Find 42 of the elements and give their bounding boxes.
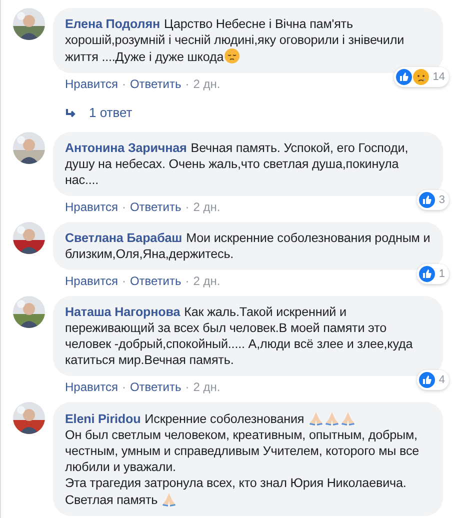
comment-bubble: Наташа Нагорнова Как жаль.Такой искренний и переживающий за всех был человек.В моей памяти это человек -добрый,спокойный..... А,люди всё злее и злее,куда катиться мир.Вечная память. [53, 296, 443, 376]
timestamp: 2 дн. [193, 274, 220, 288]
reply-link[interactable]: Ответить [130, 274, 182, 288]
timestamp: 2 дн. [193, 200, 220, 214]
praying-hands-icon [324, 410, 340, 426]
reply-arrow-icon [65, 108, 77, 118]
author-name[interactable]: Наташа Нагорнова [65, 305, 180, 319]
comment-bubble: Антонина Заричная Вечная память. Успокой, его Господи, душу на небесах. Очень жаль,что светлая душа,покинула нас.... [53, 132, 443, 196]
separator-dot: · [185, 200, 190, 214]
praying-hands-icon [340, 410, 356, 426]
timestamp: 2 дн. [193, 77, 220, 91]
crying-face-icon [412, 69, 429, 85]
separator-dot: · [185, 77, 190, 91]
reply-link[interactable]: Ответить [130, 77, 182, 91]
reply-link[interactable]: Ответить [130, 380, 182, 394]
like-link[interactable]: Нравится [65, 77, 118, 91]
like-icon [418, 192, 435, 208]
reply-link[interactable]: Ответить [130, 200, 182, 214]
comment-bubble: Елена Подолян Царство Небесне і Вічна пам'ять хорошій,розумній і чесній людині,яку оговорили і знівечили життя ....Дуже і дуже шкода [53, 8, 443, 73]
author-name[interactable]: Светлана Барабаш [65, 231, 182, 245]
like-link[interactable]: Нравится [65, 274, 118, 288]
like-icon [418, 266, 435, 282]
author-name[interactable]: Eleni Piridou [65, 412, 141, 426]
praying-hands-icon [308, 410, 324, 426]
author-name[interactable]: Антонина Заричная [65, 141, 187, 155]
separator-dot: · [122, 77, 126, 91]
like-link[interactable]: Нравится [65, 380, 118, 394]
separator-dot: · [122, 200, 126, 214]
comment-bubble: Светлана Барабаш Мои искренние соболезнования родным и близким,Оля,Яна,держитесь. [53, 222, 443, 270]
separator-dot: · [122, 380, 126, 394]
like-link[interactable]: Нравится [65, 200, 118, 214]
praying-hands-icon [161, 491, 178, 507]
separator-dot: · [122, 274, 126, 288]
author-name[interactable]: Елена Подолян [65, 17, 160, 31]
separator-dot: · [185, 274, 190, 288]
like-icon [418, 372, 435, 388]
sad-face-icon [224, 48, 240, 64]
replies-link[interactable]: 1 ответ [53, 91, 443, 124]
comment-bubble: Eleni Piridou Искренние соболезнования Он был светлым человеком, креативным, опытным, добрым, честным, умным и справедливым Учителем, которого мы все любили и уважали. Эта трагедия затронула всех, кто знал Юрия Николаевича. Светлая память [53, 402, 443, 516]
separator-dot: · [185, 380, 190, 394]
like-icon [396, 69, 412, 85]
timestamp: 2 дн. [193, 380, 220, 394]
